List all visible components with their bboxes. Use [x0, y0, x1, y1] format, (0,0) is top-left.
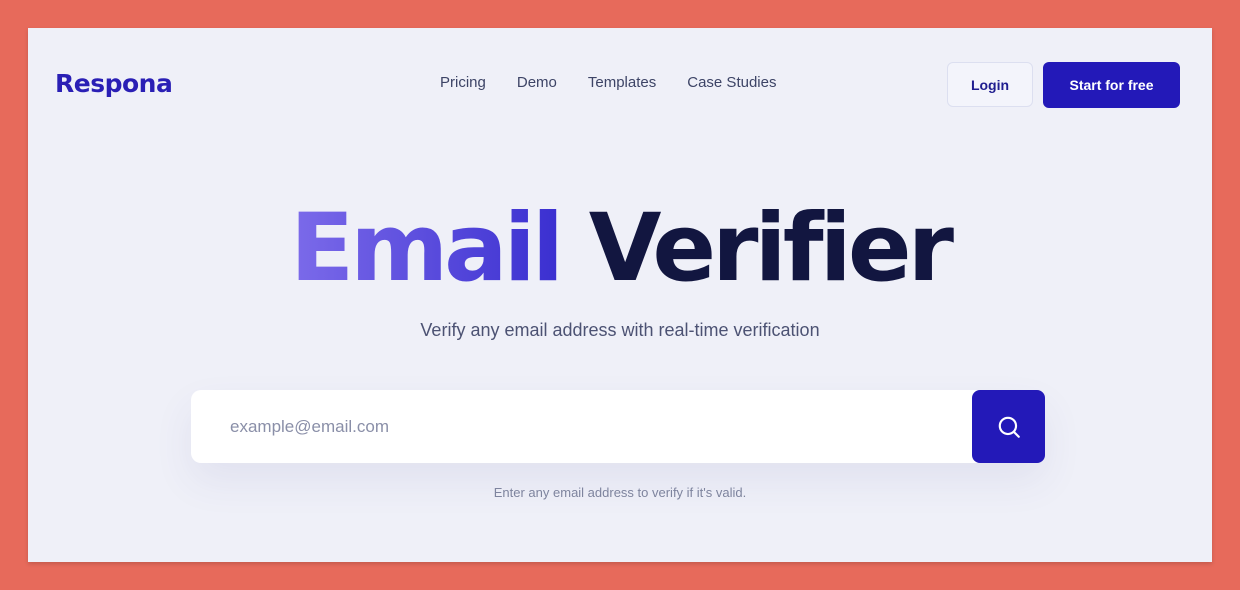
nav-item-case-studies[interactable]: Case Studies	[687, 74, 776, 91]
nav-item-templates[interactable]: Templates	[588, 74, 656, 91]
nav-item-demo[interactable]: Demo	[517, 74, 557, 91]
main-nav: Pricing Demo Templates Case Studies	[440, 74, 776, 91]
email-input[interactable]	[191, 389, 972, 464]
start-for-free-button[interactable]: Start for free	[1043, 62, 1180, 108]
page-subtitle: Verify any email address with real-time …	[420, 320, 820, 340]
title-word-email: Email	[290, 194, 564, 303]
search-hint: Enter any email address to verify if it'…	[493, 485, 747, 500]
search-button[interactable]	[972, 390, 1045, 463]
login-button[interactable]: Login	[947, 62, 1033, 107]
respona-logo[interactable]: Respona	[55, 69, 173, 98]
page-container: Respona Pricing Demo Templates Case Stud…	[28, 28, 1212, 562]
title-word-verifier: Verifier	[588, 194, 954, 303]
search-icon	[998, 416, 1020, 438]
nav-item-pricing[interactable]: Pricing	[440, 74, 486, 91]
email-search-bar	[191, 389, 1045, 464]
page-title: Email Verifier	[28, 194, 1212, 304]
